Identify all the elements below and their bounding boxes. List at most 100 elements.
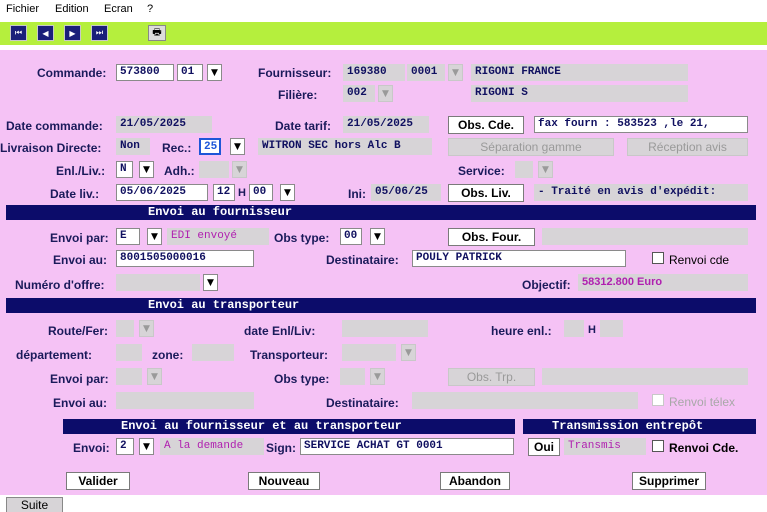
envoi-au-field[interactable]: 8001505000016	[116, 250, 254, 267]
route-fer-dropdown-icon: ▼	[139, 320, 154, 337]
envoi-au-t-field	[116, 392, 254, 409]
envoi-par-t-dropdown-icon: ▼	[147, 368, 162, 385]
destinataire-field[interactable]: POULY PATRICK	[412, 250, 626, 267]
menu-edition[interactable]: Edition	[55, 3, 89, 15]
envoi-par-dropdown-icon[interactable]: ▼	[147, 228, 162, 245]
renvoi-cde-checkbox[interactable]	[652, 252, 664, 264]
livraison-directe-value: Non	[116, 138, 150, 155]
obs-type-t-label: Obs type:	[274, 372, 330, 386]
obs-liv-value: - Traité en avis d'expédit:	[534, 184, 748, 201]
transporteur-field	[342, 344, 396, 361]
print-icon[interactable]: 🖶	[148, 25, 166, 41]
numero-offre-field	[116, 274, 200, 291]
hour-unit-label: H	[238, 187, 246, 199]
supprimer-button[interactable]: Supprimer	[632, 472, 706, 490]
zone-field	[192, 344, 234, 361]
obs-trp-button: Obs. Trp.	[448, 368, 535, 386]
ini-value: 05/06/25	[371, 184, 441, 201]
date-tarif-label: Date tarif:	[275, 119, 332, 133]
hour-liv-field[interactable]: 12	[213, 184, 235, 201]
date-liv-dropdown-icon[interactable]: ▼	[280, 184, 295, 201]
filiere-name: RIGONI S	[471, 85, 688, 102]
fournisseur-sub: 0001	[407, 64, 445, 81]
date-tarif-value: 21/05/2025	[343, 116, 429, 133]
renvoi-cde-entrepot-label: Renvoi Cde.	[669, 441, 739, 455]
next-record-icon[interactable]: ▶	[64, 25, 81, 41]
obs-type-label: Obs type:	[274, 231, 330, 245]
menu-help[interactable]: ?	[147, 3, 153, 15]
commande-suffix-field[interactable]: 01	[177, 64, 203, 81]
envoi-label: Envoi:	[73, 441, 110, 455]
fournisseur-label: Fournisseur:	[258, 66, 332, 80]
minute-liv-field[interactable]: 00	[249, 184, 273, 201]
fournisseur-code: 169380	[343, 64, 405, 81]
obs-liv-button[interactable]: Obs. Liv.	[448, 184, 524, 202]
sign-field[interactable]: SERVICE ACHAT GT 0001	[300, 438, 514, 455]
heure-enl-label: heure enl.:	[491, 324, 552, 338]
date-commande-value: 21/05/2025	[116, 116, 212, 133]
filiere-label: Filière:	[278, 88, 318, 102]
service-label: Service:	[458, 164, 505, 178]
fournisseur-name: RIGONI FRANCE	[471, 64, 688, 81]
envoi-au-label: Envoi au:	[53, 253, 108, 267]
destinataire-label: Destinataire:	[326, 253, 399, 267]
envoi-field[interactable]: 2	[116, 438, 134, 455]
fournisseur-dropdown-icon: ▼	[448, 64, 463, 81]
rec-dropdown-icon[interactable]: ▼	[230, 138, 245, 155]
commande-dropdown-icon[interactable]: ▼	[207, 64, 222, 81]
obs-type-dropdown-icon[interactable]: ▼	[370, 228, 385, 245]
commande-number-field[interactable]: 573800	[116, 64, 174, 81]
destinataire-t-field	[412, 392, 638, 409]
heure-unit-label: H	[588, 324, 596, 336]
menu-fichier[interactable]: Fichier	[6, 3, 39, 15]
objectif-label: Objectif:	[522, 278, 571, 292]
route-fer-field	[116, 320, 134, 337]
numero-offre-label: Numéro d'offre:	[15, 278, 105, 292]
numero-offre-dropdown-icon[interactable]: ▼	[203, 274, 218, 291]
zone-label: zone:	[152, 348, 184, 362]
departement-label: département:	[16, 348, 93, 362]
envoi-par-t-field	[116, 368, 142, 385]
abandon-button[interactable]: Abandon	[440, 472, 510, 490]
obs-trp-field	[542, 368, 748, 385]
transporteur-dropdown-icon: ▼	[401, 344, 416, 361]
adh-field	[199, 161, 229, 178]
objectif-value: 58312.800 Euro	[578, 274, 748, 291]
date-liv-label: Date liv.:	[50, 187, 100, 201]
section-envoi-transporteur: Envoi au transporteur	[6, 298, 756, 313]
obs-four-button[interactable]: Obs. Four.	[448, 228, 535, 246]
first-record-icon[interactable]: ⏮	[10, 25, 27, 41]
nouveau-button[interactable]: Nouveau	[248, 472, 320, 490]
previous-record-icon[interactable]: ◀	[37, 25, 54, 41]
obs-cde-field[interactable]: fax fourn : 583523 ,le 21,	[534, 116, 748, 133]
envoi-au-t-label: Envoi au:	[53, 396, 108, 410]
date-enl-liv-field	[342, 320, 428, 337]
departement-field	[116, 344, 142, 361]
envoi-dropdown-icon[interactable]: ▼	[139, 438, 154, 455]
enl-liv-dropdown-icon[interactable]: ▼	[139, 161, 154, 178]
valider-button[interactable]: Valider	[66, 472, 130, 490]
date-liv-field[interactable]: 05/06/2025	[116, 184, 208, 201]
envoi-par-t-label: Envoi par:	[50, 372, 109, 386]
section-envoi-fournisseur: Envoi au fournisseur	[6, 205, 756, 220]
commande-label: Commande:	[37, 66, 107, 80]
obs-type-t-field	[340, 368, 365, 385]
rec-label: Rec.:	[162, 141, 192, 155]
last-record-icon[interactable]: ⏭	[91, 25, 108, 41]
service-dropdown-icon: ▼	[538, 161, 553, 178]
section-envoi-both: Envoi au fournisseur et au transporteur	[63, 419, 515, 434]
oui-button[interactable]: Oui	[528, 438, 560, 456]
envoi-par-field[interactable]: E	[116, 228, 140, 245]
obs-type-field[interactable]: 00	[340, 228, 362, 245]
renvoi-cde-entrepot-checkbox[interactable]	[652, 440, 664, 452]
obs-cde-button[interactable]: Obs. Cde.	[448, 116, 524, 134]
suite-tab[interactable]: Suite	[6, 497, 63, 512]
reception-avis-button: Réception avis	[627, 138, 748, 156]
renvoi-telex-checkbox	[652, 394, 664, 406]
rec-field[interactable]: 25	[199, 138, 221, 155]
menu-ecran[interactable]: Ecran	[104, 3, 133, 15]
enl-liv-field[interactable]: N	[116, 161, 133, 178]
filiere-dropdown-icon: ▼	[378, 85, 393, 102]
envoi-par-label: Envoi par:	[50, 231, 109, 245]
service-field	[515, 161, 533, 178]
